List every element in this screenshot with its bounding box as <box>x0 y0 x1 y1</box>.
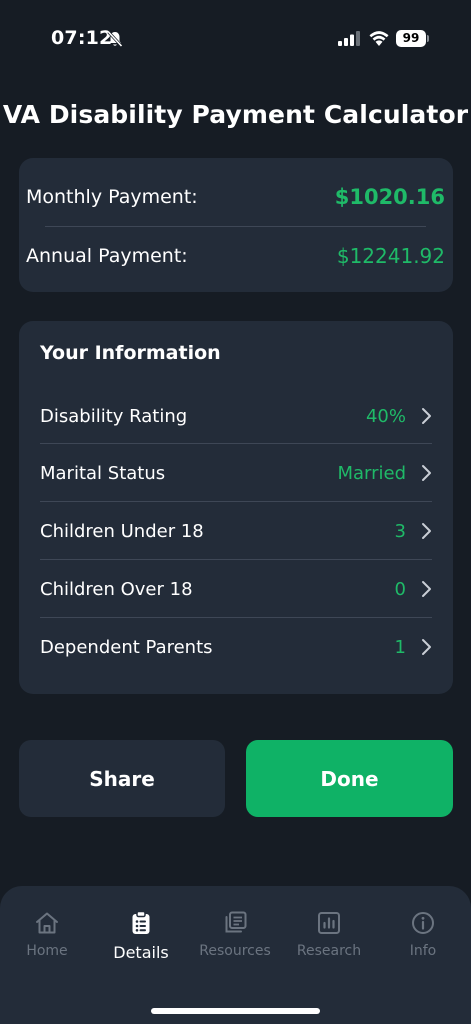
info-row-label: Children Over 18 <box>40 578 193 600</box>
status-bar: 07:12 99 <box>0 0 471 78</box>
battery-icon: 99 <box>396 30 430 47</box>
info-row-value: 40% <box>365 405 406 427</box>
tab-info[interactable]: Info <box>376 910 470 970</box>
tab-home[interactable]: Home <box>0 910 94 970</box>
tab-research[interactable]: Research <box>282 910 376 970</box>
divider <box>40 617 432 618</box>
info-row-label: Children Under 18 <box>40 520 204 542</box>
tab-label: Info <box>409 943 437 959</box>
info-row-label: Disability Rating <box>40 405 188 427</box>
chevron-right-icon <box>422 408 431 424</box>
bell-muted-icon <box>107 30 123 48</box>
home-indicator <box>151 1008 320 1014</box>
annual-payment-row: Annual Payment: $12241.92 <box>26 236 445 276</box>
info-row-dependent-parents[interactable]: Dependent Parents 1 <box>40 622 432 672</box>
monthly-payment-value: $1020.16 <box>334 185 445 209</box>
chevron-right-icon <box>422 465 431 481</box>
tab-label: Details <box>113 943 169 962</box>
share-button[interactable]: Share <box>19 740 225 817</box>
info-row-disability-rating[interactable]: Disability Rating 40% <box>40 391 432 441</box>
chevron-right-icon <box>422 639 431 655</box>
chevron-right-icon <box>422 581 431 597</box>
tab-resources[interactable]: Resources <box>188 910 282 970</box>
chart-icon <box>318 912 340 934</box>
status-time: 07:12 <box>51 27 113 49</box>
wifi-icon <box>369 31 389 46</box>
divider <box>40 443 432 444</box>
signal-icon <box>338 31 360 46</box>
info-row-label: Dependent Parents <box>40 636 213 658</box>
home-icon <box>36 912 58 934</box>
info-icon <box>412 912 434 934</box>
divider <box>45 226 426 227</box>
info-row-value: 1 <box>394 636 406 658</box>
info-row-value: Married <box>337 462 406 484</box>
info-row-marital-status[interactable]: Marital Status Married <box>40 448 432 498</box>
annual-payment-value: $12241.92 <box>336 244 445 268</box>
info-row-children-over-18[interactable]: Children Over 18 0 <box>40 564 432 614</box>
tab-label: Resources <box>199 943 271 959</box>
done-button[interactable]: Done <box>246 740 453 817</box>
tab-label: Home <box>26 943 68 959</box>
clipboard-icon <box>132 910 150 934</box>
battery-level: 99 <box>396 30 426 47</box>
chevron-right-icon <box>422 523 431 539</box>
annual-payment-label: Annual Payment: <box>26 245 188 267</box>
info-row-value: 0 <box>394 578 406 600</box>
tab-details[interactable]: Details <box>94 910 188 970</box>
info-section-title: Your Information <box>40 342 221 364</box>
info-row-value: 3 <box>394 520 406 542</box>
monthly-payment-row: Monthly Payment: $1020.16 <box>26 177 445 217</box>
info-row-children-under-18[interactable]: Children Under 18 3 <box>40 506 432 556</box>
monthly-payment-label: Monthly Payment: <box>26 186 198 208</box>
divider <box>40 501 432 502</box>
tab-label: Research <box>296 943 362 959</box>
documents-icon <box>225 911 247 933</box>
info-row-label: Marital Status <box>40 462 166 484</box>
page-title: VA Disability Payment Calculator <box>2 100 469 129</box>
divider <box>40 559 432 560</box>
